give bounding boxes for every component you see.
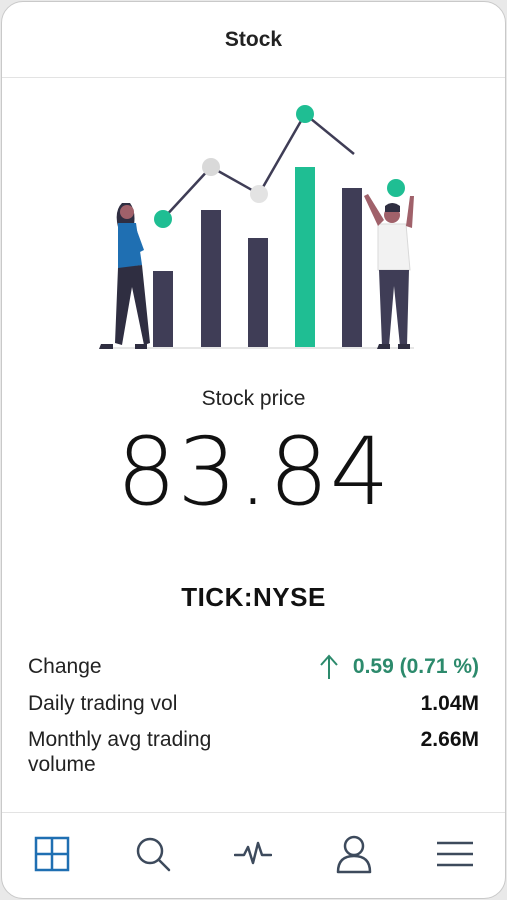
ticker-symbol: TICK:NYSE <box>181 582 326 612</box>
tab-search[interactable] <box>129 830 177 878</box>
monthly-volume-value: 2.66M <box>420 728 479 752</box>
stat-label: Change <box>28 655 102 678</box>
stat-label: Monthly avg trading volume <box>28 728 212 777</box>
grid-icon <box>35 836 70 871</box>
page-title: Stock <box>224 27 283 51</box>
search-icon <box>136 837 171 871</box>
tab-profile[interactable] <box>330 830 378 878</box>
app-header: Stock <box>2 2 505 78</box>
stat-label: Daily trading vol <box>28 692 178 715</box>
stat-row-monthly-volume: Monthly avg trading volume 2.66M <box>28 727 479 777</box>
stock-illustration <box>99 105 414 349</box>
stock-price-label: Stock price <box>201 387 306 410</box>
change-value-group: 0.59 (0.71 %) <box>319 654 479 680</box>
app-frame: Stock Stock price 83.84 TICK:NYSE Change… <box>1 1 506 899</box>
tab-activity[interactable] <box>229 830 277 878</box>
bottom-tab-bar <box>2 812 505 898</box>
tab-dashboard[interactable] <box>28 830 76 878</box>
arrow-up-icon <box>320 654 338 679</box>
tab-menu[interactable] <box>431 830 479 878</box>
stock-price-value: 83.84 <box>116 418 391 527</box>
user-icon <box>336 835 372 873</box>
stat-row-daily-volume: Daily trading vol 1.04M <box>28 691 479 716</box>
daily-volume-value: 1.04M <box>420 692 479 715</box>
stats-list: Change 0.59 (0.71 %) Daily trading vol 1… <box>28 654 479 778</box>
menu-icon <box>436 841 473 866</box>
activity-icon <box>234 841 273 864</box>
stat-row-change: Change 0.59 (0.71 %) <box>28 654 479 680</box>
change-value: 0.59 (0.71 %) <box>352 655 479 678</box>
